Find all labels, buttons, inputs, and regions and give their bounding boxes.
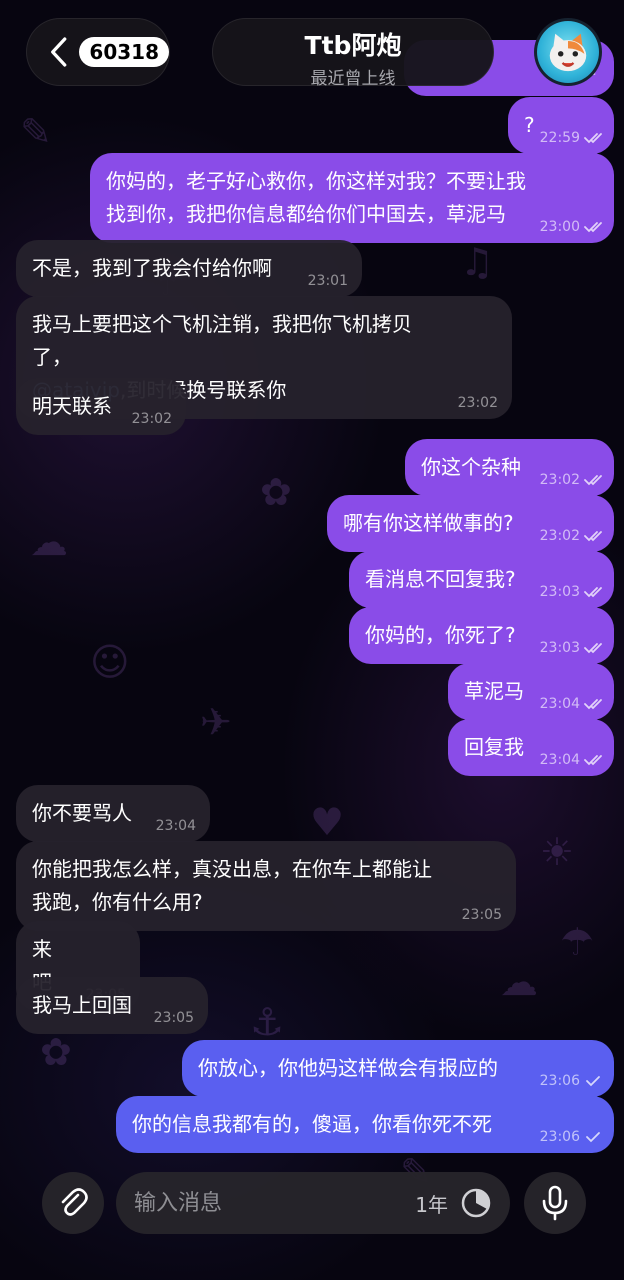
- message-text: ?: [524, 113, 535, 137]
- message-time: 23:06: [539, 1129, 580, 1145]
- incoming-message[interactable]: 明天联系 23:02: [16, 378, 186, 435]
- outgoing-message[interactable]: 你妈的，你死了? 23:03: [349, 607, 614, 664]
- message-time: 23:02: [539, 472, 580, 488]
- message-time: 22:59: [539, 130, 580, 146]
- back-button[interactable]: 60318: [26, 18, 170, 86]
- outgoing-message[interactable]: 看消息不回复我? 23:03: [349, 551, 614, 608]
- message-text: 你的信息我都有的，傻逼，你看你死不死: [132, 1112, 492, 1136]
- read-check-icon: [584, 699, 602, 710]
- message-time: 23:02: [539, 528, 580, 544]
- outgoing-message[interactable]: 草泥马 23:04: [448, 663, 614, 720]
- read-check-icon: [584, 475, 602, 486]
- message-text: 你这个杂种: [421, 455, 521, 479]
- read-check-icon: [586, 1076, 600, 1087]
- message-meta: 23:03: [540, 640, 602, 656]
- read-check-icon: [584, 587, 602, 598]
- message-text: 你不要骂人: [32, 801, 132, 825]
- read-check-icon: [584, 755, 602, 766]
- chat-header: 单? 60318 Ttb阿炮 最近曾上线: [0, 0, 624, 100]
- message-text: 明天联系: [32, 394, 112, 418]
- message-text: 回复我: [464, 735, 524, 759]
- chat-title-area[interactable]: Ttb阿炮 最近曾上线: [212, 18, 494, 89]
- incoming-message[interactable]: 不是，我到了我会付给你啊 23:01: [16, 240, 362, 297]
- chat-title: Ttb阿炮: [304, 31, 402, 60]
- message-meta: 23:06: [540, 1129, 602, 1145]
- attach-button[interactable]: [42, 1172, 104, 1234]
- last-seen-status: 最近曾上线: [310, 69, 396, 89]
- message-time: 23:04: [539, 696, 580, 712]
- message-meta: 23:02: [540, 472, 602, 488]
- message-meta: 23:02: [540, 528, 602, 544]
- message-meta: 23:04: [540, 752, 602, 768]
- message-meta: 23:00: [540, 219, 602, 235]
- message-text: 我马上要把这个飞机注销，我把你飞机拷贝了，: [32, 312, 412, 369]
- message-time: 23:04: [539, 752, 580, 768]
- read-check-icon: [584, 531, 602, 542]
- outgoing-message[interactable]: 你的信息我都有的，傻逼，你看你死不死 23:06: [116, 1096, 614, 1153]
- message-time: 23:01: [307, 273, 348, 289]
- outgoing-message[interactable]: 哪有你这样做事的? 23:02: [327, 495, 614, 552]
- message-input[interactable]: [134, 1190, 416, 1216]
- message-time: 23:06: [539, 1073, 580, 1089]
- message-meta: 23:05: [462, 907, 502, 923]
- cat-avatar-icon: [549, 33, 587, 72]
- message-text: 你能把我怎么样，真没出息，在你车上都能让我跑，你有什么用?: [32, 857, 432, 914]
- message-text: 你妈的，你死了?: [365, 623, 516, 647]
- message-text: 我马上回国: [32, 993, 132, 1017]
- avatar[interactable]: [534, 18, 602, 86]
- auto-delete-timer-label[interactable]: 1年: [415, 1189, 448, 1218]
- outgoing-message[interactable]: 回复我 23:04: [448, 719, 614, 776]
- message-meta: 23:01: [308, 273, 348, 289]
- message-meta: 23:03: [540, 584, 602, 600]
- read-check-icon: [584, 643, 602, 654]
- message-meta: 23:02: [132, 411, 172, 427]
- message-time: 23:05: [153, 1010, 194, 1026]
- message-time: 23:05: [461, 907, 502, 923]
- message-text: 草泥马: [464, 679, 524, 703]
- message-meta: 22:59: [540, 130, 602, 146]
- microphone-button[interactable]: [524, 1172, 586, 1234]
- message-time: 23:03: [539, 584, 580, 600]
- outgoing-message[interactable]: 你妈的，老子好心救你，你这样对我？不要让我找到你，我把你信息都给你们中国去，草泥…: [90, 153, 614, 243]
- message-meta: 23:05: [154, 1010, 194, 1026]
- message-meta: 23:04: [540, 696, 602, 712]
- microphone-icon: [542, 1185, 568, 1221]
- incoming-message[interactable]: 我马上回国 23:05: [16, 977, 208, 1034]
- read-check-icon: [584, 133, 602, 144]
- read-check-icon: [586, 1132, 600, 1143]
- outgoing-message[interactable]: 你这个杂种 23:02: [405, 439, 614, 496]
- outgoing-message[interactable]: 你放心，你他妈这样做会有报应的 23:06: [182, 1040, 614, 1097]
- incoming-message[interactable]: 你能把我怎么样，真没出息，在你车上都能让我跑，你有什么用? 23:05: [16, 841, 516, 931]
- message-meta: 23:06: [540, 1073, 602, 1089]
- message-meta: 23:02: [458, 395, 498, 411]
- message-time: 23:03: [539, 640, 580, 656]
- message-time: 23:04: [155, 818, 196, 834]
- chevron-left-icon: [51, 37, 67, 67]
- message-text: 你妈的，老子好心救你，你这样对我？不要让我找到你，我把你信息都给你们中国去，草泥…: [106, 169, 526, 226]
- timer-icon[interactable]: [460, 1187, 492, 1219]
- message-input-bar: 1年: [116, 1172, 510, 1234]
- message-time: 23:02: [131, 411, 172, 427]
- message-text: 不是，我到了我会付给你啊: [32, 256, 272, 280]
- paperclip-icon: [61, 1188, 88, 1216]
- outgoing-message[interactable]: ? 22:59: [508, 97, 614, 154]
- message-time: 23:02: [457, 395, 498, 411]
- message-text: 哪有你这样做事的?: [343, 511, 514, 535]
- message-meta: 23:04: [156, 818, 196, 834]
- message-time: 23:00: [539, 219, 580, 235]
- incoming-message[interactable]: 你不要骂人 23:04: [16, 785, 210, 842]
- message-text: 你放心，你他妈这样做会有报应的: [198, 1056, 498, 1080]
- unread-count-badge: 60318: [79, 37, 169, 67]
- read-check-icon: [584, 222, 602, 233]
- message-text: 看消息不回复我?: [365, 567, 516, 591]
